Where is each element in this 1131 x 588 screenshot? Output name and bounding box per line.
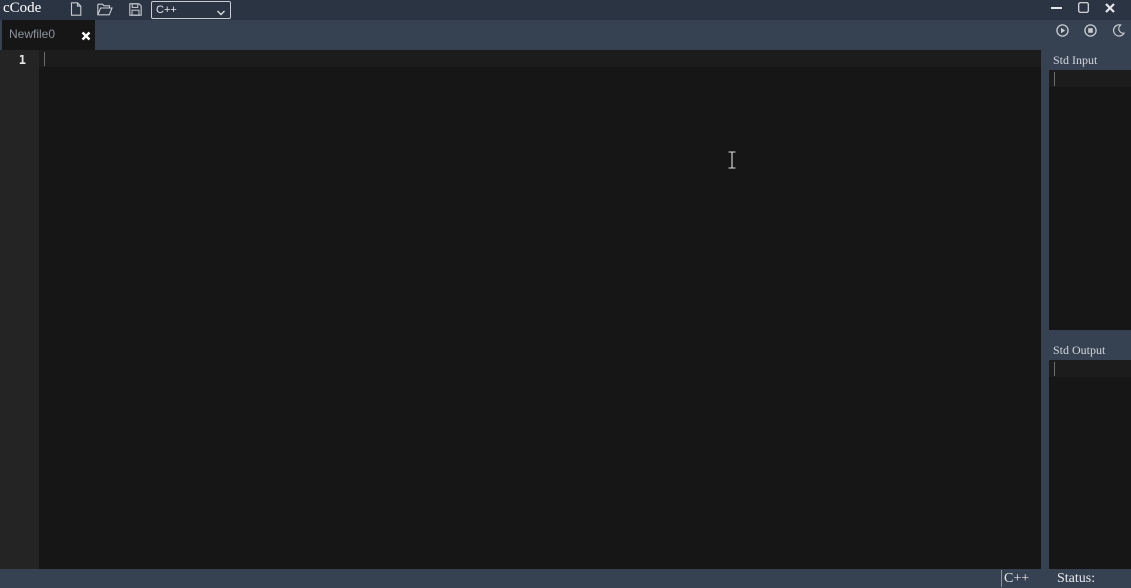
status-label: Status:	[1057, 571, 1096, 586]
open-folder-icon[interactable]	[96, 1, 114, 17]
save-icon[interactable]	[126, 1, 144, 17]
status-divider	[1001, 570, 1002, 587]
close-window-button[interactable]	[1099, 0, 1121, 18]
ibeam-cursor-icon	[727, 151, 737, 174]
minimize-icon	[1050, 0, 1062, 18]
std-input-title: Std Input	[1053, 53, 1098, 67]
run-button[interactable]	[1053, 24, 1071, 42]
close-tab-icon[interactable]	[80, 30, 92, 42]
vertical-splitter[interactable]	[1041, 50, 1049, 588]
run-icon	[1055, 24, 1069, 42]
std-output-active-line	[1049, 360, 1131, 377]
moon-icon	[1112, 24, 1125, 42]
text-caret	[44, 52, 45, 66]
active-line-highlight	[39, 50, 1041, 67]
code-editor[interactable]: 1	[0, 50, 1041, 569]
status-bar: C++	[0, 569, 1041, 588]
app-title: cCode	[3, 0, 42, 16]
std-input-field[interactable]	[1049, 70, 1131, 330]
horizontal-splitter[interactable]	[1049, 330, 1131, 340]
std-output-field[interactable]	[1049, 360, 1131, 569]
title-bar: cCode C++	[0, 0, 1131, 20]
line-number-gutter: 1	[0, 50, 39, 569]
tab-bar: Newfile0	[0, 20, 1131, 50]
maximize-icon	[1077, 0, 1089, 18]
std-output-caret	[1054, 362, 1055, 376]
tab-newfile0[interactable]: Newfile0	[2, 20, 95, 50]
tab-label: Newfile0	[9, 27, 56, 41]
std-output-title: Std Output	[1053, 343, 1106, 357]
language-select-value: C++	[156, 4, 177, 16]
line-number: 1	[18, 53, 26, 67]
close-icon	[1105, 0, 1115, 18]
stop-icon	[1083, 24, 1097, 42]
dark-mode-toggle[interactable]	[1109, 24, 1127, 42]
std-input-active-line	[1049, 70, 1131, 87]
stop-button[interactable]	[1081, 24, 1099, 42]
std-input-caret	[1054, 72, 1055, 86]
language-select[interactable]: C++	[151, 1, 231, 19]
maximize-button[interactable]	[1072, 0, 1094, 18]
status-area: Status:	[1049, 569, 1131, 588]
std-output-header: Std Output	[1049, 340, 1131, 360]
new-file-icon[interactable]	[67, 1, 85, 17]
minimize-button[interactable]	[1045, 0, 1067, 18]
status-language: C++	[1004, 571, 1030, 586]
std-input-header: Std Input	[1049, 50, 1131, 70]
